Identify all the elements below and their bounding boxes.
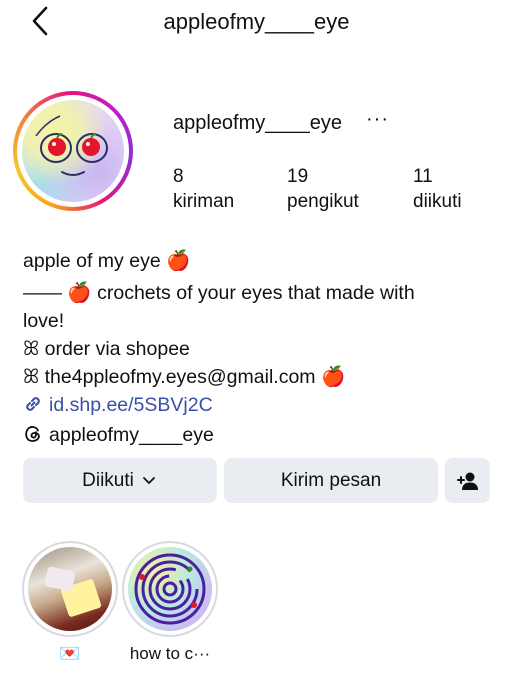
stat-value: 19 — [287, 166, 309, 187]
suggest-people-button[interactable] — [445, 458, 490, 503]
chevron-down-icon — [142, 476, 155, 484]
bio-line: love! — [23, 310, 65, 332]
more-icon[interactable]: ··· — [366, 108, 389, 131]
bio-link-text: id.shp.ee/5SBVj2C — [49, 394, 213, 416]
page-title: appleofmy____eye — [163, 9, 350, 34]
bio-link[interactable]: id.shp.ee/5SBVj2C — [23, 391, 493, 419]
highlight-cover-image — [128, 547, 212, 631]
bio-name: apple of my eye 🍎 — [23, 250, 191, 272]
avatar-image — [22, 100, 124, 202]
stat-value: 8 — [173, 166, 184, 187]
link-icon — [26, 397, 40, 411]
add-person-icon — [456, 472, 478, 490]
stat-label: diikuti — [413, 191, 462, 212]
bio-line: ꕤ the4ppleofmy.eyes@gmail.com 🍎 — [23, 366, 346, 388]
bio-line: —— 🍎 crochets of your eyes that made wit… — [23, 282, 415, 304]
stat-followers[interactable]: 19 pengikut — [287, 164, 359, 214]
profile-avatar[interactable] — [13, 91, 133, 211]
highlight-label: how to c··· — [129, 644, 211, 663]
threads-handle: appleofmy____eye — [49, 424, 214, 446]
message-label: Kirim pesan — [280, 469, 382, 491]
highlight-cover-image — [28, 547, 112, 631]
bio-line: ꕤ order via shopee — [23, 338, 190, 360]
top-bar: appleofmy____eye — [0, 0, 513, 44]
highlight-item[interactable]: 💌 — [22, 541, 118, 663]
profile-bio: apple of my eye 🍎 —— 🍎 crochets of your … — [23, 247, 493, 449]
message-button[interactable]: Kirim pesan — [224, 458, 438, 503]
threads-badge[interactable]: appleofmy____eye — [23, 421, 493, 449]
stat-label: kiriman — [173, 191, 235, 212]
profile-username: appleofmy____eye — [173, 112, 343, 134]
stat-following[interactable]: 11 diikuti — [413, 164, 462, 214]
stat-label: pengikut — [287, 191, 359, 212]
following-label: Diikuti — [82, 469, 134, 491]
highlight-label: 💌 — [59, 644, 81, 663]
highlight-item[interactable]: how to c··· — [122, 541, 218, 663]
stat-posts[interactable]: 8 kiriman — [173, 164, 234, 214]
apple-eyes-logo — [35, 115, 108, 176]
following-button[interactable]: Diikuti — [23, 458, 217, 503]
stat-value: 11 — [413, 166, 433, 187]
spiral-graphic — [134, 553, 206, 625]
threads-icon — [25, 426, 40, 442]
